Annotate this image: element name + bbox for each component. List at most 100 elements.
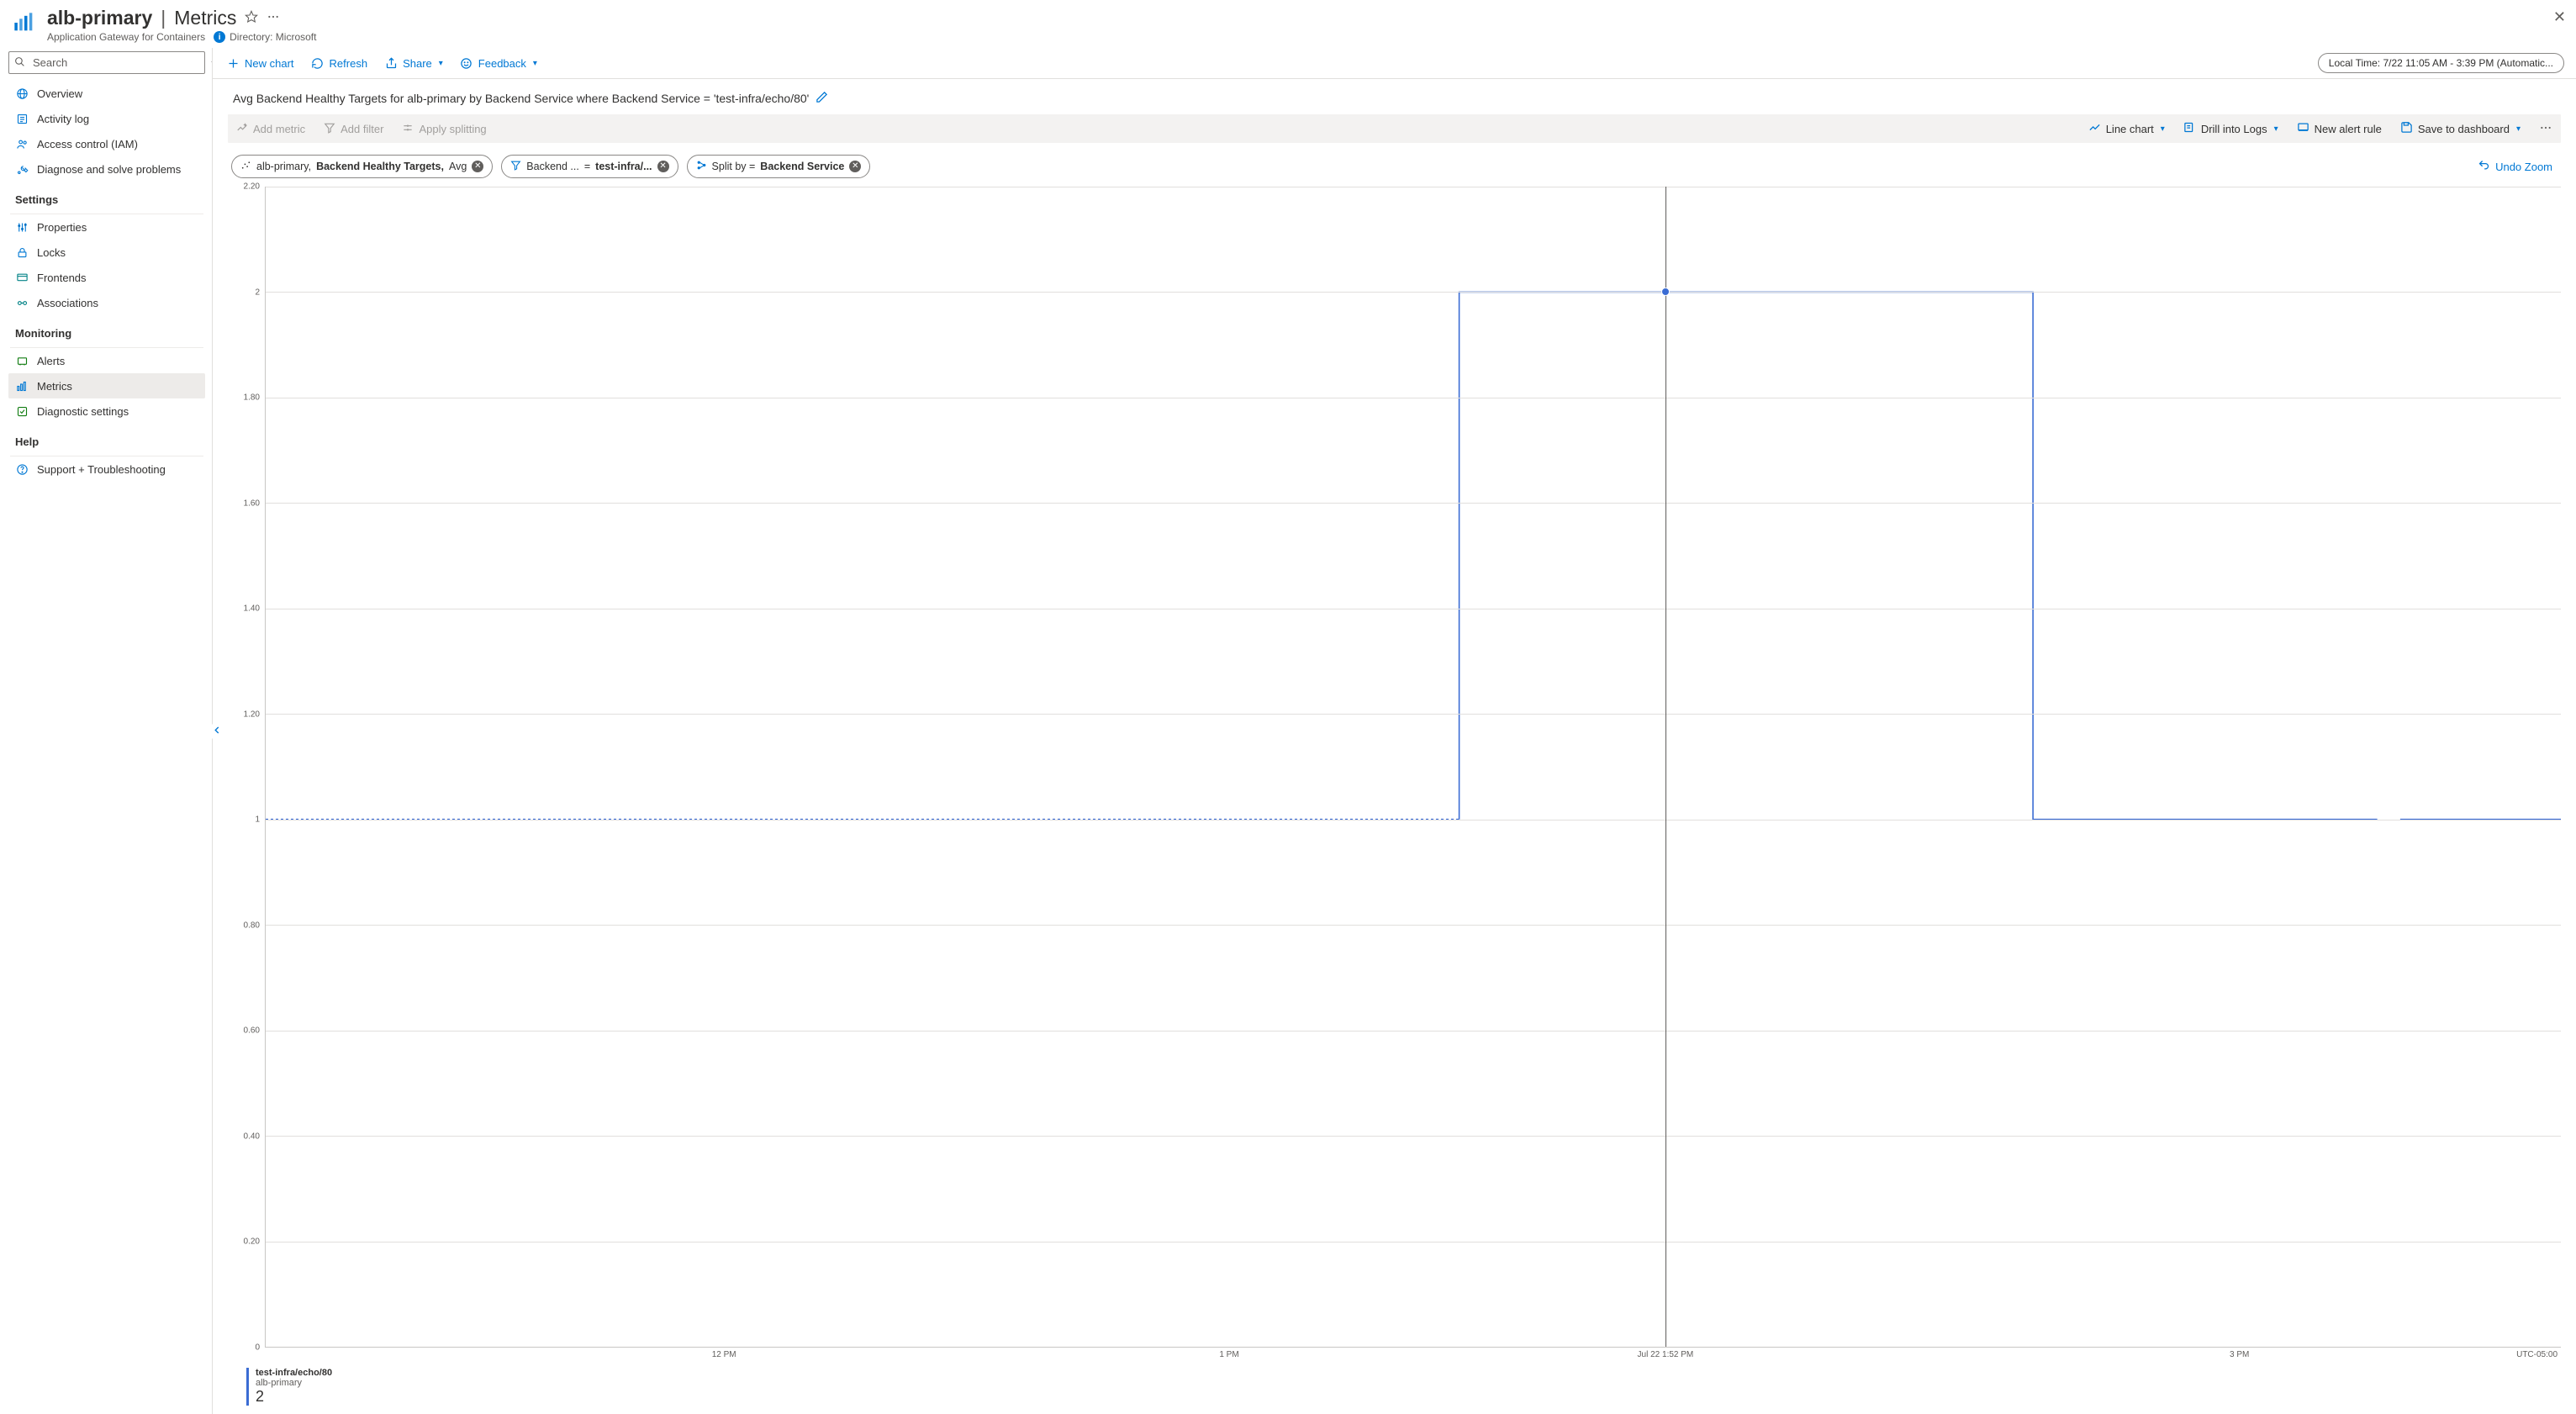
sidebar-item-label: Overview [37,87,82,100]
sidebar-item-locks[interactable]: Locks [8,240,205,265]
page-header: alb-primary | Metrics Application Gatewa… [0,0,2576,48]
log-icon [15,112,29,125]
drill-logs-button[interactable]: Drill into Logs ▾ [2180,118,2282,140]
undo-zoom-button[interactable]: Undo Zoom [2478,159,2558,174]
split-icon [402,122,414,136]
sidebar-group-settings: Settings [8,182,205,212]
split-pill[interactable]: Split by = Backend Service ✕ [687,155,871,178]
sidebar-item-alerts[interactable]: Alerts [8,348,205,373]
share-icon [384,56,398,70]
resource-type-label: Application Gateway for Containers [47,31,205,43]
x-tick-label: 3 PM [2230,1350,2249,1359]
chart[interactable]: 2.2021.801.601.401.2010.800.600.400.200 … [228,183,2561,1406]
main-content: New chart Refresh Share ▾ Feedback ▾ Loc… [212,48,2576,1414]
sidebar-item-properties[interactable]: Properties [8,214,205,240]
gridline [266,1136,2561,1137]
undo-icon [2478,159,2490,174]
sidebar-item-label: Activity log [37,113,89,125]
new-chart-button[interactable]: New chart [224,53,296,73]
sidebar-item-overview[interactable]: Overview [8,81,205,106]
plot-area[interactable] [265,187,2561,1348]
sidebar-item-support-troubleshooting[interactable]: Support + Troubleshooting [8,456,205,482]
close-icon[interactable]: ✕ [2553,8,2566,26]
frontend-icon [15,271,29,284]
search-input[interactable] [8,51,205,74]
metric-pill[interactable]: alb-primary, Backend Healthy Targets, Av… [231,155,493,178]
sidebar-item-access-control-iam-[interactable]: Access control (IAM) [8,131,205,156]
remove-pill-icon[interactable]: ✕ [472,161,483,172]
time-range-button[interactable]: Local Time: 7/22 11:05 AM - 3:39 PM (Aut… [2318,53,2564,73]
alert-rule-icon [2297,121,2309,136]
more-menu-icon[interactable] [267,10,280,26]
sidebar-item-diagnose-and-solve-problems[interactable]: Diagnose and solve problems [8,156,205,182]
sidebar-item-activity-log[interactable]: Activity log [8,106,205,131]
sidebar-group-monitoring: Monitoring [8,315,205,346]
globe-icon [15,87,29,100]
remove-pill-icon[interactable]: ✕ [657,161,669,172]
gridline [266,503,2561,504]
chart-legend: test-infra/echo/80 alb-primary 2 [246,1368,2561,1406]
feedback-button[interactable]: Feedback ▾ [458,53,539,73]
logs-icon [2183,121,2196,136]
diag-icon [15,404,29,418]
y-tick-label: 1.80 [244,393,260,403]
props-icon [15,220,29,234]
line-chart-icon [2088,121,2101,136]
sidebar-item-label: Access control (IAM) [37,138,138,150]
chart-toolbar: Add metric Add filter Apply splitting Li… [228,114,2561,143]
share-button[interactable]: Share ▾ [383,53,445,73]
sidebar-group-help: Help [8,424,205,454]
y-tick-label: 0.60 [244,1026,260,1036]
remove-pill-icon[interactable]: ✕ [849,161,861,172]
legend-item[interactable]: test-infra/echo/80 alb-primary 2 [246,1368,332,1406]
timezone-label: UTC-05:00 [2516,1350,2558,1359]
people-icon [15,137,29,150]
plus-icon [226,56,240,70]
assoc-icon [15,296,29,309]
sidebar-item-label: Associations [37,297,98,309]
chart-more-icon[interactable] [2536,121,2556,137]
directory-label: Directory: Microsoft [230,31,316,43]
add-metric-button[interactable]: Add metric [233,119,309,140]
edit-title-icon[interactable] [816,91,828,106]
split-icon [696,160,707,173]
sidebar-item-diagnostic-settings[interactable]: Diagnostic settings [8,398,205,424]
filter-icon [510,160,521,173]
series-line [1460,292,2378,819]
add-filter-button[interactable]: Add filter [320,119,387,140]
sidebar-item-label: Support + Troubleshooting [37,463,166,476]
page-section: Metrics [174,7,236,29]
new-alert-button[interactable]: New alert rule [2294,118,2385,140]
x-axis: UTC-05:00 12 PM1 PMJul 22 1:52 PM3 PM [265,1348,2561,1364]
sidebar-item-label: Properties [37,221,87,234]
sidebar-item-label: Alerts [37,355,65,367]
save-dashboard-button[interactable]: Save to dashboard ▾ [2397,118,2524,140]
sidebar-item-label: Diagnostic settings [37,405,129,418]
resource-name: alb-primary [47,7,152,29]
sidebar-item-frontends[interactable]: Frontends [8,265,205,290]
y-tick-label: 2 [255,288,260,297]
x-tick-label: Jul 22 1:52 PM [1638,1350,1694,1359]
collapse-panel-icon[interactable] [211,724,223,738]
y-tick-label: 0.20 [244,1237,260,1247]
sidebar-item-label: Metrics [37,380,72,393]
chart-type-button[interactable]: Line chart ▾ [2085,118,2168,140]
save-icon [2400,121,2413,136]
filter-pill[interactable]: Backend ... = test-infra/... ✕ [501,155,678,178]
gridline [266,714,2561,715]
sidebar-item-metrics[interactable]: Metrics [8,373,205,398]
apply-splitting-button[interactable]: Apply splitting [399,119,489,140]
metrics-icon [15,379,29,393]
hover-point [1661,288,1670,296]
refresh-button[interactable]: Refresh [309,53,370,73]
gridline [266,925,2561,926]
search-icon [14,56,25,70]
sidebar-item-label: Locks [37,246,66,259]
refresh-icon [311,56,325,70]
resource-type-icon [12,10,37,35]
favorite-star-icon[interactable] [245,10,258,26]
sidebar-item-associations[interactable]: Associations [8,290,205,315]
gridline [266,292,2561,293]
metric-scatter-icon [240,160,251,173]
smiley-icon [460,56,473,70]
